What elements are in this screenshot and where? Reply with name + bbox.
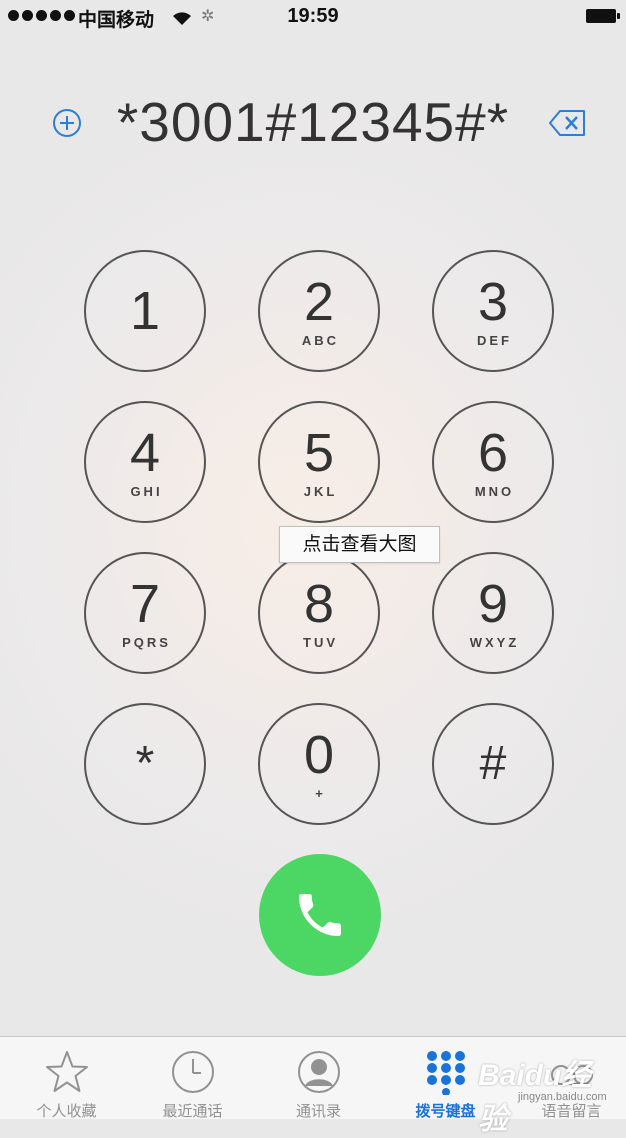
call-button[interactable] — [259, 854, 381, 976]
baidu-watermark: Baidu经验 jingyan.baidu.com — [478, 1048, 618, 1136]
key-letters: JKL — [303, 483, 338, 499]
key-digit: 0 — [303, 724, 335, 785]
key-4[interactable]: 4 GHI — [84, 401, 206, 523]
key-letters: + — [315, 785, 326, 801]
backspace-icon[interactable] — [548, 108, 588, 138]
key-star[interactable]: * — [84, 703, 206, 825]
contacts-icon — [298, 1051, 340, 1093]
tab-favorites[interactable]: 个人收藏 — [4, 1037, 129, 1120]
key-5[interactable]: 5 JKL — [258, 401, 380, 523]
key-letters: GHI — [130, 483, 163, 499]
view-large-image-tooltip[interactable]: 点击查看大图 — [279, 526, 440, 563]
dialed-number: *3001#12345#* — [116, 91, 510, 153]
key-digit: 7 — [129, 573, 161, 634]
key-digit: 2 — [303, 271, 335, 332]
key-digit: 8 — [303, 573, 335, 634]
key-digit: 1 — [129, 281, 161, 341]
status-bar: 中国移动 ✲ 19:59 — [0, 0, 626, 36]
key-digit: 5 — [303, 422, 335, 483]
key-6[interactable]: 6 MNO — [432, 401, 554, 523]
key-3[interactable]: 3 DEF — [432, 250, 554, 372]
key-digit: 6 — [477, 422, 509, 483]
key-hash[interactable]: # — [432, 703, 554, 825]
number-display-row: *3001#12345#* — [0, 88, 626, 158]
watermark-url: jingyan.baidu.com — [518, 1091, 607, 1103]
clock-icon — [172, 1051, 214, 1093]
battery-icon — [586, 9, 620, 23]
key-0[interactable]: 0 + — [258, 703, 380, 825]
key-digit: * — [135, 737, 155, 790]
key-8[interactable]: 8 TUV — [258, 552, 380, 674]
phone-icon — [299, 894, 341, 936]
key-letters: DEF — [477, 332, 512, 348]
tab-contacts[interactable]: 通讯录 — [256, 1037, 381, 1120]
tab-recents[interactable]: 最近通话 — [130, 1037, 255, 1120]
key-digit: 3 — [477, 271, 509, 332]
key-letters: TUV — [303, 634, 338, 650]
key-2[interactable]: 2 ABC — [258, 250, 380, 372]
key-digit: 9 — [477, 573, 509, 634]
key-digit: # — [479, 737, 507, 790]
key-digit: 4 — [129, 422, 161, 483]
key-letters: MNO — [474, 483, 515, 499]
key-letters: WXYZ — [469, 634, 520, 650]
key-9[interactable]: 9 WXYZ — [432, 552, 554, 674]
key-7[interactable]: 7 PQRS — [84, 552, 206, 674]
key-letters: ABC — [301, 332, 340, 348]
keypad-icon — [427, 1051, 465, 1095]
key-letters: PQRS — [122, 634, 171, 650]
star-icon — [46, 1051, 88, 1092]
key-1[interactable]: 1 — [84, 250, 206, 372]
status-time: 19:59 — [287, 5, 339, 27]
